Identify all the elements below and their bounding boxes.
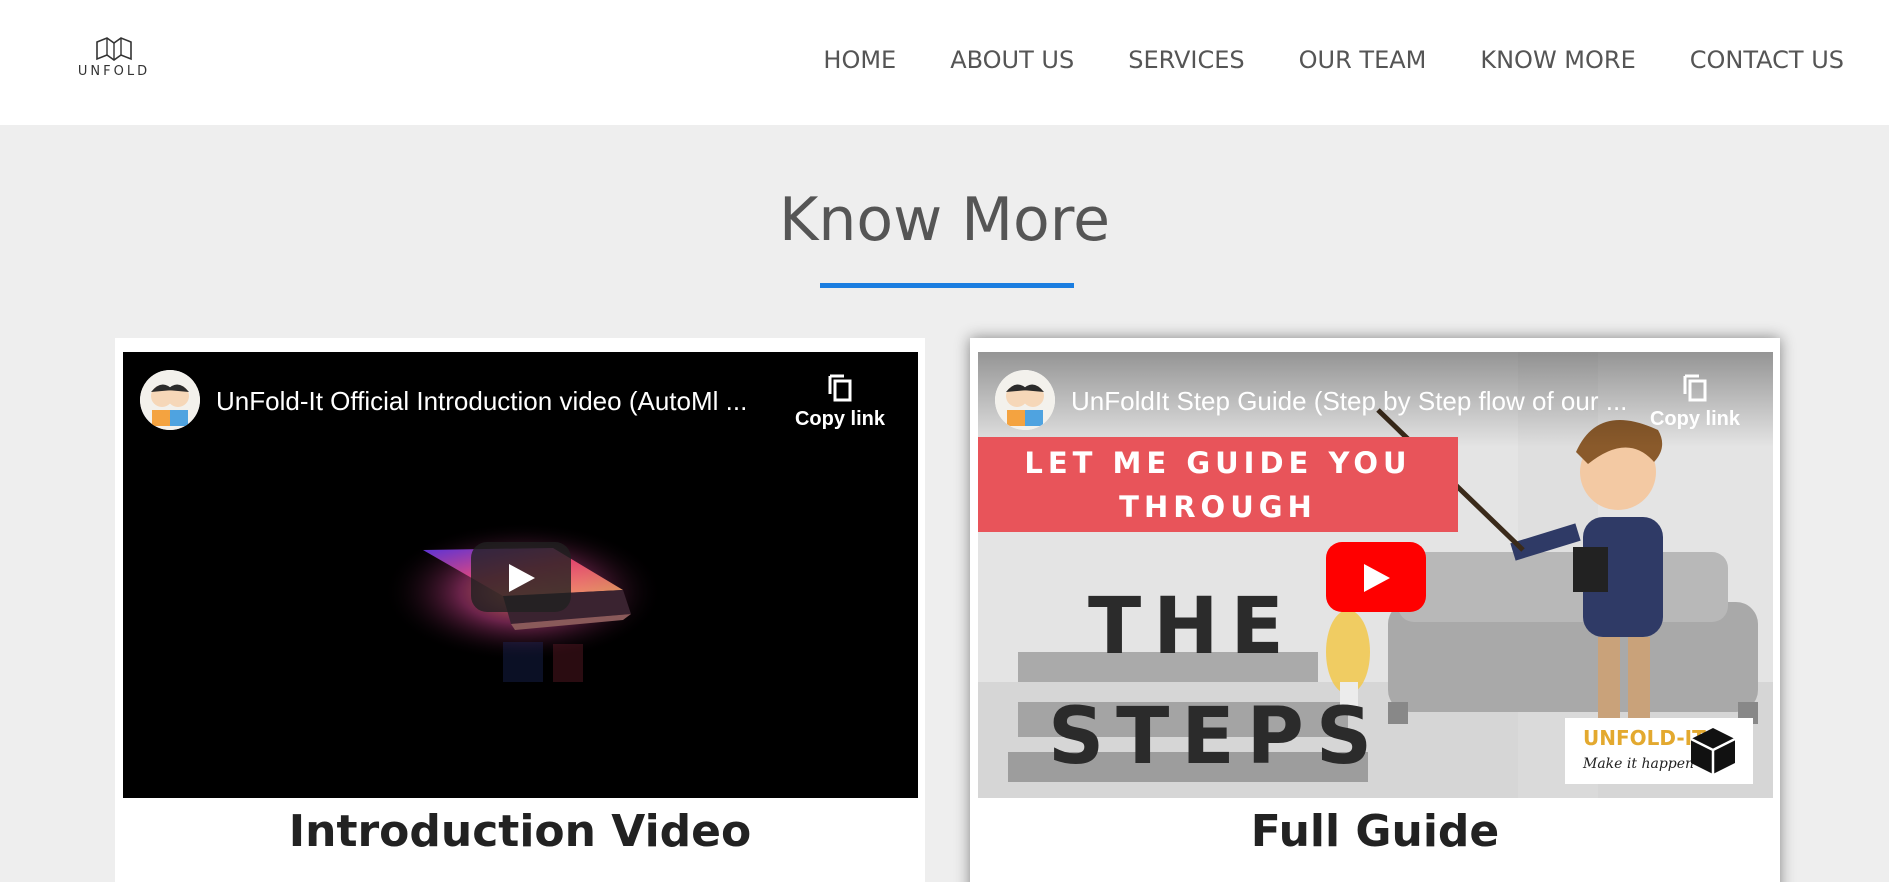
video-card-full-guide: LET ME GUIDE YOU THROUGH THE STEPS UNFOL… <box>970 338 1780 882</box>
play-icon <box>509 564 535 592</box>
guide-logo-tagline: Make it happen <box>1583 756 1695 772</box>
play-icon <box>1364 564 1390 592</box>
card-caption: Introduction Video <box>288 806 752 857</box>
copy-link-button[interactable]: Copy link <box>1645 372 1745 431</box>
copy-icon <box>1683 374 1707 402</box>
copy-link-label: Copy link <box>1649 408 1740 430</box>
box-icon <box>1690 728 1736 774</box>
video-card-introduction: UnFold-It Official Introduction video (A… <box>115 338 925 882</box>
section-title: Know More <box>779 185 1110 255</box>
video-title[interactable]: UnFoldIt Step Guide (Step by Step flow o… <box>1071 386 1631 417</box>
copy-icon <box>828 374 852 402</box>
channel-avatar[interactable] <box>140 370 200 430</box>
nav-home[interactable]: HOME <box>823 46 896 74</box>
channel-avatar[interactable] <box>995 370 1055 430</box>
nav-contact-us[interactable]: CONTACT US <box>1690 46 1844 74</box>
nav-our-team[interactable]: OUR TEAM <box>1299 46 1427 74</box>
site-logo[interactable]: UNFOLD <box>76 36 152 86</box>
card-caption: Full Guide <box>1250 806 1500 857</box>
guide-banner: LET ME GUIDE YOU THROUGH <box>978 437 1458 532</box>
nav-know-more[interactable]: KNOW MORE <box>1480 46 1635 74</box>
main-nav: HOME ABOUT US SERVICES OUR TEAM KNOW MOR… <box>769 46 1844 74</box>
video-title[interactable]: UnFold-It Official Introduction video (A… <box>216 386 776 417</box>
guide-banner-line2: THROUGH <box>1119 490 1317 524</box>
unfold-logo-icon <box>96 37 132 61</box>
copy-link-button[interactable]: Copy link <box>790 372 890 431</box>
nav-services[interactable]: SERVICES <box>1128 46 1244 74</box>
logo-text: UNFOLD <box>77 64 151 79</box>
play-button[interactable] <box>471 542 571 612</box>
video-player-full-guide[interactable]: LET ME GUIDE YOU THROUGH THE STEPS UNFOL… <box>978 352 1773 798</box>
guide-brand-logo: UNFOLD-IT Make it happen <box>1565 718 1753 784</box>
guide-big-line2: STEPS <box>1048 692 1385 782</box>
site-header: UNFOLD HOME ABOUT US SERVICES OUR TEAM K… <box>0 0 1889 125</box>
guide-banner-line1: LET ME GUIDE YOU <box>1024 446 1412 480</box>
copy-link-label: Copy link <box>794 408 885 430</box>
video-player-introduction[interactable]: UnFold-It Official Introduction video (A… <box>123 352 918 798</box>
nav-about-us[interactable]: ABOUT US <box>950 46 1074 74</box>
play-button[interactable] <box>1326 542 1426 612</box>
title-underline <box>820 283 1074 288</box>
guide-logo-text: UNFOLD-IT <box>1583 726 1706 750</box>
